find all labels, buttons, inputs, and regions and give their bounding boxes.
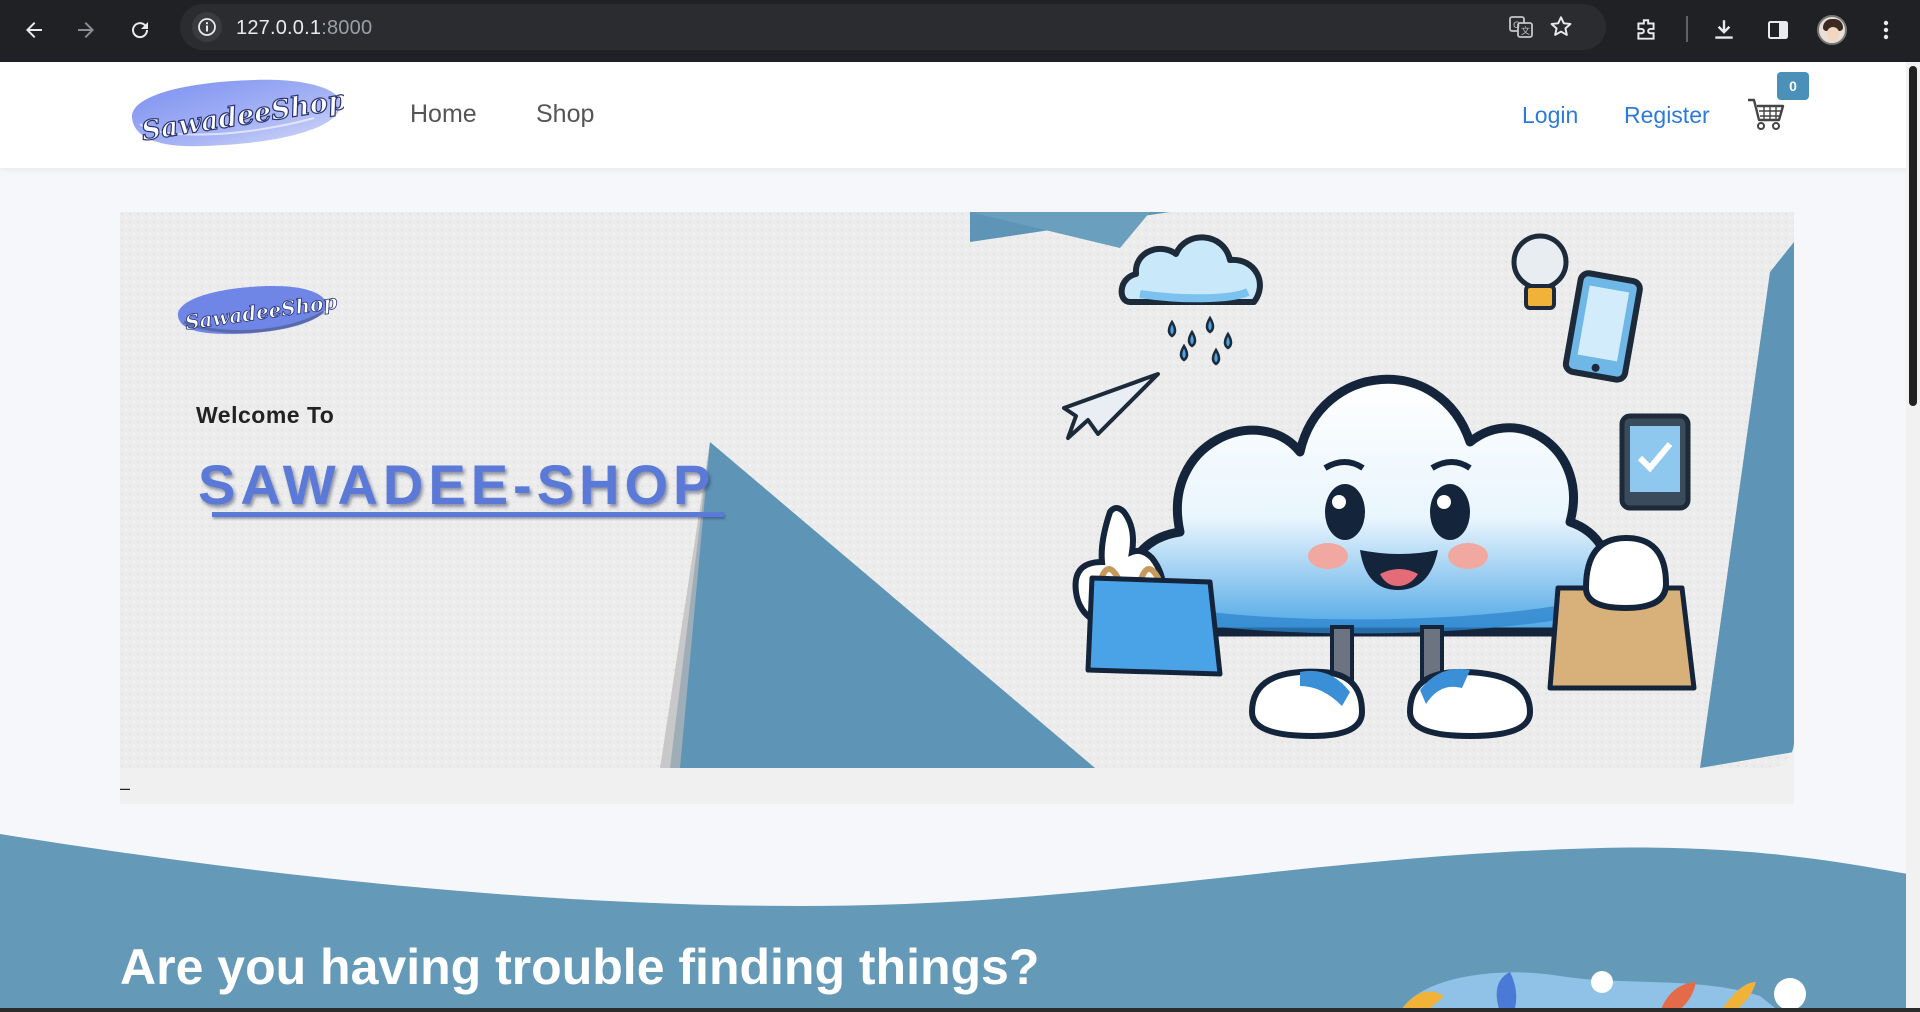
bookmark-button[interactable]: [1546, 12, 1576, 42]
translate-icon: G文: [1509, 16, 1533, 38]
brand-heading: SAWADEE-SHOP: [198, 453, 716, 516]
hero-banner-container: SawadeeShop Welcome To SAWADEE-SHOP –: [120, 212, 1794, 804]
page-scrollbar[interactable]: [1906, 62, 1920, 1012]
brand-underline: [212, 512, 724, 517]
wave-section: Are you having trouble finding things?: [0, 826, 1920, 1012]
profile-avatar: [1817, 15, 1847, 45]
back-button[interactable]: [14, 10, 54, 50]
menu-icon: [1883, 20, 1889, 40]
url-port: :8000: [321, 17, 373, 39]
site-info-button[interactable]: [192, 12, 222, 42]
profile-button[interactable]: [1812, 10, 1852, 50]
reload-button[interactable]: [120, 10, 160, 50]
banner-dash: –: [120, 778, 131, 798]
cart-button[interactable]: [1746, 96, 1786, 132]
bookmark-star-icon: [1550, 16, 1572, 36]
site-header: SawadeeShop Home Shop Login Register 0: [0, 62, 1920, 168]
welcome-text: Welcome To: [196, 402, 335, 428]
hero-banner: SawadeeShop Welcome To SAWADEE-SHOP: [120, 212, 1794, 768]
section-heading: Are you having trouble finding things?: [120, 939, 1040, 995]
site-info-icon: [198, 18, 216, 36]
back-icon: [26, 22, 42, 38]
register-link[interactable]: Register: [1624, 102, 1710, 129]
download-icon: [1715, 20, 1733, 39]
sawadeeshop-logo: SawadeeShop: [131, 79, 349, 148]
chrome-menu-button[interactable]: [1866, 10, 1906, 50]
site-logo[interactable]: SawadeeShop: [124, 74, 349, 150]
shopping-cart-icon: [1748, 98, 1785, 130]
translate-button[interactable]: G文: [1506, 12, 1536, 42]
forward-button[interactable]: [66, 10, 106, 50]
side-panel-button[interactable]: [1758, 10, 1798, 50]
url-host: 127.0.0.1: [236, 17, 322, 39]
window-bottom-edge: [0, 1008, 1920, 1012]
address-bar[interactable]: 127.0.0.1:8000 G文: [180, 4, 1606, 50]
download-button[interactable]: [1704, 10, 1744, 50]
forward-icon: [78, 22, 94, 38]
cart-count-badge: 0: [1777, 72, 1809, 100]
browser-toolbar: 127.0.0.1:8000 G文: [0, 0, 1920, 62]
nav-shop[interactable]: Shop: [536, 100, 594, 129]
nav-home[interactable]: Home: [410, 100, 477, 129]
toolbar-divider: [1686, 16, 1688, 42]
svg-text:G: G: [1513, 21, 1520, 31]
svg-text:文: 文: [1521, 25, 1530, 37]
reload-icon: [132, 22, 149, 39]
extensions-icon: [1637, 19, 1655, 40]
scrollbar-thumb[interactable]: [1909, 66, 1917, 406]
url-text: 127.0.0.1:8000: [236, 17, 372, 40]
login-link[interactable]: Login: [1522, 102, 1578, 129]
extensions-button[interactable]: [1626, 10, 1666, 50]
side-panel-icon: [1768, 21, 1788, 39]
